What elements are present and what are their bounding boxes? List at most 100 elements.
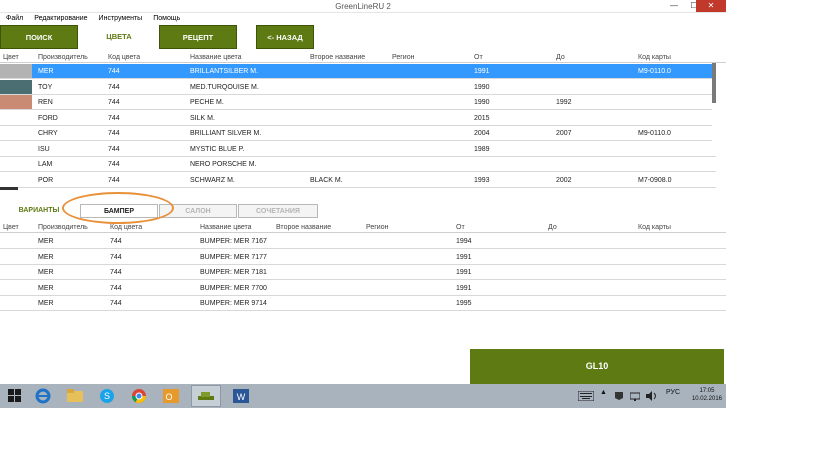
table-row[interactable]: CHRY 744 BRILLIANT SILVER M. 2004 2007 M9-011… xyxy=(0,126,716,141)
cell-from: 1991 xyxy=(456,284,472,292)
taskbar-ie[interactable] xyxy=(31,385,55,407)
scroll-thumb[interactable] xyxy=(712,63,716,103)
taskbar-explorer[interactable] xyxy=(63,385,87,407)
tab-combinations[interactable]: СОЧЕТАНИЯ xyxy=(238,204,318,218)
cell-second: BLACK M. xyxy=(310,176,343,184)
title-bar: GreenLineRU 2 — ☐ ✕ xyxy=(0,0,726,13)
cell-from: 1993 xyxy=(474,176,490,184)
table-row[interactable]: MER 744 BRILLANTSILBER M. 1991 M9-0110.0 xyxy=(0,64,716,79)
tab-variants[interactable]: ВАРИАНТЫ xyxy=(0,204,78,218)
table-row[interactable]: MER 744 BUMPER: MER 7167 1994 xyxy=(0,234,726,249)
menu-edit[interactable]: Редактирование xyxy=(28,13,92,25)
volume-icon[interactable] xyxy=(646,391,658,401)
col-maker[interactable]: Производитель xyxy=(38,222,88,233)
col-card[interactable]: Код карты xyxy=(638,222,671,233)
cell-name: BRILLANTSILBER M. xyxy=(190,68,259,75)
tab-bumper[interactable]: БАМПЕР xyxy=(80,204,158,218)
taskbar-chrome[interactable] xyxy=(127,385,151,407)
back-button[interactable]: <- НАЗАД xyxy=(256,25,314,49)
cell-maker: LAM xyxy=(38,161,53,168)
col-second-name[interactable]: Второе название xyxy=(310,52,365,63)
network-icon[interactable] xyxy=(630,391,640,401)
windows-icon xyxy=(8,389,21,402)
taskbar-outlook[interactable]: O xyxy=(159,385,183,407)
cell-maker: MER xyxy=(38,300,54,307)
color-swatch xyxy=(0,126,32,140)
colors-hscroll-thumb[interactable] xyxy=(0,187,18,190)
colors-button[interactable]: ЦВЕТА xyxy=(80,25,158,49)
cell-from: 1995 xyxy=(456,300,472,307)
detail-tabs: ВАРИАНТЫ БАМПЕР САЛОН СОЧЕТАНИЯ xyxy=(0,204,726,218)
menu-bar: Файл Редактирование Инструменты Помощь xyxy=(0,13,726,25)
menu-tools[interactable]: Инструменты xyxy=(93,13,148,25)
cell-from: 1991 xyxy=(456,269,472,276)
col-color[interactable]: Цвет xyxy=(3,222,19,233)
tab-salon[interactable]: САЛОН xyxy=(159,204,237,218)
col-name[interactable]: Название цвета xyxy=(200,222,252,233)
col-to[interactable]: До xyxy=(556,52,565,63)
keyboard-icon[interactable] xyxy=(578,391,594,401)
cell-from: 2004 xyxy=(474,130,490,137)
cell-name: MYSTIC BLUE P. xyxy=(190,145,245,153)
cell-code: 744 xyxy=(110,269,122,276)
table-row[interactable]: MER 744 BUMPER: MER 7177 1991 xyxy=(0,250,726,265)
table-row[interactable]: MER 744 BUMPER: MER 7700 1991 xyxy=(0,281,726,296)
cell-code: 744 xyxy=(110,238,122,245)
color-swatch xyxy=(0,142,32,156)
cell-name: SILK M. xyxy=(190,114,215,122)
taskbar-skype[interactable]: S xyxy=(95,385,119,407)
col-from[interactable]: От xyxy=(474,52,483,63)
table-row[interactable]: MER 744 BUMPER: MER 7181 1991 xyxy=(0,265,726,280)
cell-from: 1991 xyxy=(474,68,490,75)
skype-icon: S xyxy=(100,389,114,403)
taskbar-greenline[interactable] xyxy=(191,385,221,407)
cell-maker: CHRY xyxy=(38,130,58,137)
word-icon: W xyxy=(233,389,249,403)
table-row[interactable]: TOY 744 MED.TURQOUISE M. 1990 xyxy=(0,79,716,95)
table-row[interactable]: LAM 744 NERO PORSCHE M. xyxy=(0,157,716,172)
table-row[interactable]: REN 744 PECHE M. 1990 1992 xyxy=(0,95,716,110)
gl10-button[interactable]: GL10 xyxy=(470,349,724,384)
col-maker[interactable]: Производитель xyxy=(38,52,88,63)
col-region[interactable]: Регион xyxy=(392,52,414,63)
col-to[interactable]: До xyxy=(548,222,557,233)
color-swatch xyxy=(0,64,32,78)
language-indicator[interactable]: РУС xyxy=(666,389,680,396)
col-card[interactable]: Код карты xyxy=(638,52,671,63)
search-button[interactable]: ПОИСК xyxy=(0,25,78,49)
cell-code: 744 xyxy=(110,284,122,292)
cell-maker: MER xyxy=(38,253,54,261)
minimize-button[interactable]: — xyxy=(664,0,684,12)
table-row[interactable]: MER 744 BUMPER: MER 9714 1995 xyxy=(0,296,726,311)
menu-file[interactable]: Файл xyxy=(0,13,28,25)
col-from[interactable]: От xyxy=(456,222,465,233)
cell-maker: MER xyxy=(38,238,54,245)
cell-card: M9-0110.0 xyxy=(638,68,671,75)
colors-scrollbar[interactable] xyxy=(712,63,716,155)
action-center-icon[interactable] xyxy=(614,391,624,401)
menu-help[interactable]: Помощь xyxy=(147,13,185,25)
cell-from: 1989 xyxy=(474,145,490,153)
recipe-button[interactable]: РЕЦЕПТ xyxy=(159,25,237,49)
greenline-icon xyxy=(198,392,214,400)
taskbar-word[interactable]: W xyxy=(229,385,253,407)
col-code[interactable]: Код цвета xyxy=(110,222,142,233)
tray-arrow-icon[interactable]: ▲ xyxy=(600,389,607,396)
close-button[interactable]: ✕ xyxy=(696,0,726,12)
col-region[interactable]: Регион xyxy=(366,222,388,233)
table-row[interactable]: FORD 744 SILK M. 2015 xyxy=(0,111,716,126)
col-code[interactable]: Код цвета xyxy=(108,52,140,63)
cell-code: 744 xyxy=(108,114,120,122)
table-row[interactable]: ISU 744 MYSTIC BLUE P. 1989 xyxy=(0,142,716,157)
col-color[interactable]: Цвет xyxy=(3,52,19,63)
col-second-name[interactable]: Второе название xyxy=(276,222,331,233)
color-swatch xyxy=(0,157,32,171)
clock[interactable]: 17:05 10.02.2016 xyxy=(692,387,722,403)
table-row[interactable]: POR 744 SCHWARZ M. BLACK M. 1993 2002 M7-0908.… xyxy=(0,173,716,188)
start-button[interactable] xyxy=(3,385,27,407)
cell-to: 2002 xyxy=(556,176,572,184)
cell-name: BRILLIANT SILVER M. xyxy=(190,130,262,137)
cell-code: 744 xyxy=(110,253,122,261)
cell-card: M7-0908.0 xyxy=(638,176,672,184)
col-name[interactable]: Название цвета xyxy=(190,52,242,63)
